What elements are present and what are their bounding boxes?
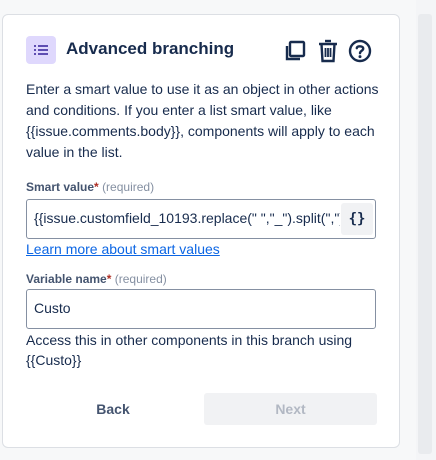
trash-icon	[319, 39, 337, 63]
variable-name-input[interactable]: Custo	[26, 289, 376, 329]
variable-name-label: Variable name* (required)	[26, 272, 167, 286]
variable-name-label-text: Variable name	[26, 272, 107, 286]
required-text: (required)	[102, 180, 155, 194]
copy-icon	[285, 40, 306, 61]
variable-help-text: Access this in other components in this …	[26, 332, 353, 368]
list-icon	[26, 36, 56, 64]
panel-title: Advanced branching	[66, 39, 235, 58]
smart-value-label: Smart value* (required)	[26, 180, 154, 194]
variable-name-text[interactable]: Custo	[34, 300, 71, 316]
learn-more-link[interactable]: Learn more about smart values	[26, 241, 220, 257]
help-button[interactable]	[347, 38, 373, 64]
scrollbar-thumb[interactable]	[418, 14, 432, 454]
delete-button[interactable]	[315, 38, 341, 64]
required-text: (required)	[114, 272, 167, 286]
panel-description: Enter a smart value to use it as an obje…	[26, 81, 379, 160]
required-star: *	[106, 272, 112, 286]
required-star: *	[94, 180, 99, 194]
copy-button[interactable]	[282, 38, 308, 64]
help-icon	[348, 39, 372, 63]
smart-value-picker-button[interactable]: {}	[341, 203, 373, 235]
next-button[interactable]: Next	[204, 393, 377, 425]
smart-value-label-text: Smart value	[26, 180, 95, 194]
back-button[interactable]: Back	[26, 393, 200, 425]
smart-value-text[interactable]: {{issue.customfield_10193.replace(" ","_…	[34, 210, 340, 226]
panel-header: Advanced branching	[26, 36, 436, 66]
smart-value-input[interactable]: {{issue.customfield_10193.replace(" ","_…	[26, 199, 376, 239]
